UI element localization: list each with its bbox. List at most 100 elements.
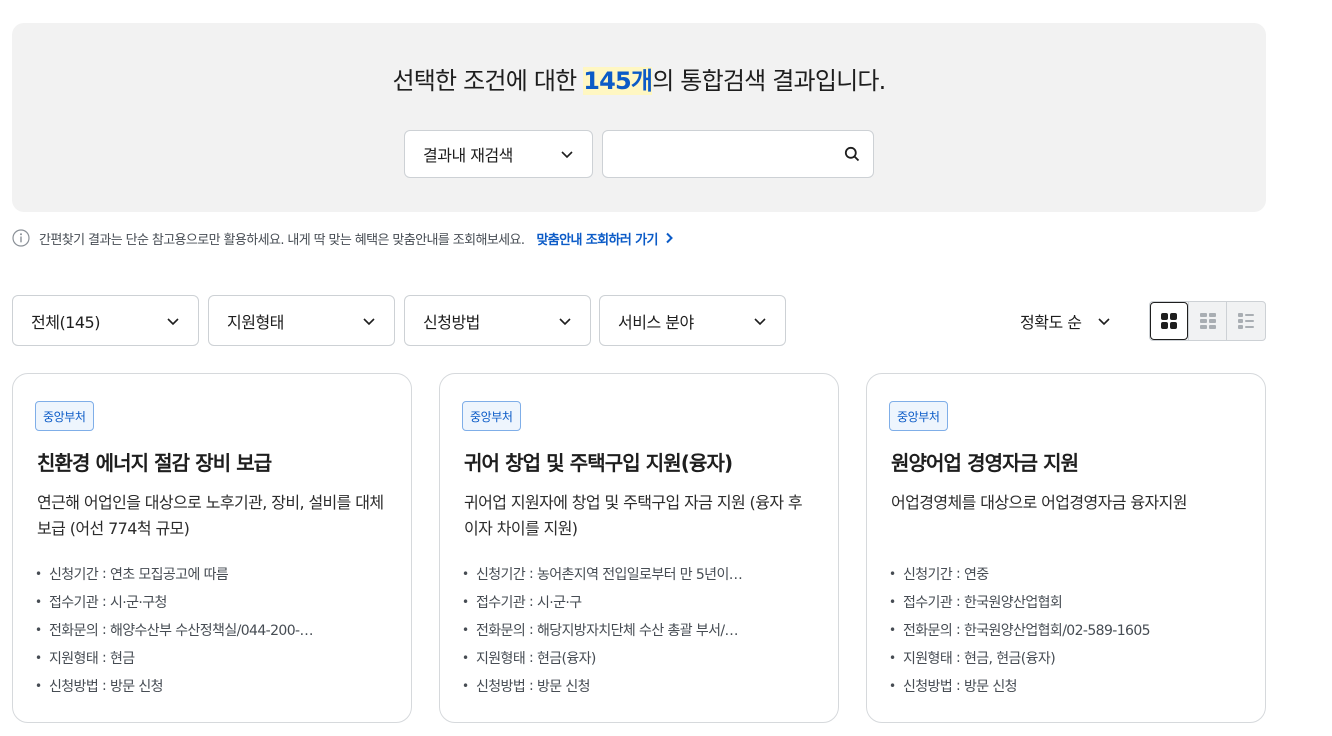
service-card[interactable]: 중앙부처 친환경 에너지 절감 장비 보급 연근해 어업인을 대상으로 노후기관… [12, 373, 412, 723]
service-card[interactable]: 중앙부처 귀어 창업 및 주택구입 지원(융자) 귀어업 지원자에 창업 및 주… [439, 373, 839, 723]
card-description: 어업경영체를 대상으로 어업경영자금 융자지원 [891, 493, 1187, 512]
filter-support-type-label: 지원형태 [227, 312, 284, 332]
detail-phone: • 전화문의 : 한국원양산업협회/02-589-1605 [889, 622, 1150, 639]
chevron-down-icon [167, 317, 179, 325]
custom-guide-link-label: 맞춤안내 조회하러 가기 [536, 232, 658, 248]
notice-text: 간편찾기 결과는 단순 참고용으로만 활용하세요. 내게 딱 맞는 혜택은 맞춤… [39, 232, 525, 248]
sort-select[interactable]: 정확도 순 [1020, 308, 1111, 334]
view-grid-large-button[interactable] [1150, 302, 1188, 340]
detail-apply-method: • 신청방법 : 방문 신청 [35, 678, 163, 695]
filter-apply-method[interactable]: 신청방법 [404, 295, 591, 346]
detail-key: 접수기관 [49, 595, 99, 611]
card-details: • 신청기간 : 농어촌지역 전입일로부터 만 5년이… • 접수기관 : 시·군·… [462, 560, 818, 700]
filter-service-field-label: 서비스 분야 [618, 312, 694, 332]
detail-key: 신청방법 [903, 679, 953, 695]
detail-apply-period: • 신청기간 : 농어촌지역 전입일로부터 만 5년이… [462, 566, 743, 583]
detail-key: 신청방법 [476, 679, 526, 695]
detail-value: 해당지방자치단체 수산 총괄 부서/… [536, 623, 738, 639]
detail-value: 방문 신청 [109, 679, 163, 695]
card-details: • 신청기간 : 연초 모집공고에 따름 • 접수기관 : 시·군·구청 • 전화문의… [35, 560, 391, 700]
detail-value: 방문 신청 [536, 679, 590, 695]
detail-phone: • 전화문의 : 해양수산부 수산정책실/044-200-… [35, 622, 313, 639]
service-card[interactable]: 중앙부처 원양어업 경영자금 지원 어업경영체를 대상으로 어업경영자금 융자지… [866, 373, 1266, 723]
detail-value: 방문 신청 [963, 679, 1017, 695]
card-details: • 신청기간 : 연중 • 접수기관 : 한국원양산업협회 • 전화문의 : 한국원양… [889, 560, 1245, 700]
detail-key: 신청방법 [49, 679, 99, 695]
detail-value: 시·군·구청 [109, 595, 167, 611]
detail-support-type: • 지원형태 : 현금 [35, 650, 135, 667]
agency-badge: 중앙부처 [462, 401, 521, 431]
search-icon [844, 146, 860, 162]
detail-key: 지원형태 [903, 651, 953, 667]
custom-guide-link[interactable]: 맞춤안내 조회하러 가기 [536, 229, 675, 248]
headline-prefix: 선택한 조건에 대한 [392, 67, 584, 95]
detail-support-type: • 지원형태 : 현금(융자) [462, 650, 596, 667]
grid-small-icon [1199, 313, 1216, 329]
detail-value: 시·군·구 [536, 595, 582, 611]
chevron-right-icon [666, 232, 673, 244]
chevron-down-icon [754, 317, 766, 325]
detail-value: 현금, 현금(융자) [963, 651, 1056, 667]
search-box [602, 130, 874, 178]
detail-value: 연초 모집공고에 따름 [109, 567, 229, 583]
detail-value: 농어촌지역 전입일로부터 만 5년이… [536, 567, 743, 583]
search-input[interactable] [603, 131, 833, 177]
detail-key: 접수기관 [476, 595, 526, 611]
detail-value: 한국원양산업협회 [963, 595, 1063, 611]
detail-key: 신청기간 [476, 567, 526, 583]
detail-key: 신청기간 [49, 567, 99, 583]
info-icon [12, 229, 30, 247]
search-scope-select[interactable]: 결과내 재검색 [404, 130, 593, 178]
detail-key: 전화문의 [903, 623, 953, 639]
detail-phone: • 전화문의 : 해당지방자치단체 수산 총괄 부서/… [462, 622, 738, 639]
detail-apply-method: • 신청방법 : 방문 신청 [889, 678, 1017, 695]
detail-key: 신청기간 [903, 567, 953, 583]
search-scope-label: 결과내 재검색 [423, 146, 513, 165]
detail-value: 현금 [109, 651, 135, 667]
result-headline: 선택한 조건에 대한 145개의 통합검색 결과입니다. [12, 61, 1266, 96]
detail-apply-period: • 신청기간 : 연중 [889, 566, 989, 583]
view-toggle [1149, 301, 1266, 341]
chevron-down-icon [561, 151, 573, 159]
card-title[interactable]: 귀어 창업 및 주택구입 지원(융자) [464, 447, 733, 476]
chevron-down-icon [1098, 318, 1111, 326]
detail-receiving-agency: • 접수기관 : 한국원양산업협회 [889, 594, 1063, 611]
detail-apply-method: • 신청방법 : 방문 신청 [462, 678, 590, 695]
view-grid-small-button[interactable] [1187, 302, 1227, 340]
detail-receiving-agency: • 접수기관 : 시·군·구청 [35, 594, 167, 611]
card-title[interactable]: 원양어업 경영자금 지원 [891, 447, 1079, 476]
card-title[interactable]: 친환경 에너지 절감 장비 보급 [37, 447, 272, 476]
detail-key: 지원형태 [476, 651, 526, 667]
search-button[interactable] [841, 143, 863, 165]
view-list-button[interactable] [1226, 302, 1265, 340]
card-description: 귀어업 지원자에 창업 및 주택구입 자금 지원 (융자 후 이자 차이를 지원… [464, 493, 803, 538]
detail-value: 해양수산부 수산정책실/044-200-… [109, 623, 313, 639]
detail-value: 연중 [963, 567, 989, 583]
detail-value: 현금(융자) [536, 651, 596, 667]
result-count: 145개 [583, 67, 653, 95]
filter-support-type[interactable]: 지원형태 [208, 295, 395, 346]
detail-key: 접수기관 [903, 595, 953, 611]
sort-label: 정확도 순 [1020, 313, 1082, 332]
detail-support-type: • 지원형태 : 현금, 현금(융자) [889, 650, 1056, 667]
agency-badge: 중앙부처 [35, 401, 94, 431]
detail-receiving-agency: • 접수기관 : 시·군·구 [462, 594, 582, 611]
card-description: 연근해 어업인을 대상으로 노후기관, 장비, 설비를 대체 보급 (어선 77… [37, 493, 384, 538]
detail-key: 지원형태 [49, 651, 99, 667]
detail-key: 전화문의 [476, 623, 526, 639]
filter-all[interactable]: 전체(145) [12, 295, 199, 346]
filter-apply-method-label: 신청방법 [423, 312, 480, 332]
chevron-down-icon [559, 317, 571, 325]
filter-service-field[interactable]: 서비스 분야 [599, 295, 786, 346]
notice-bar: 간편찾기 결과는 단순 참고용으로만 활용하세요. 내게 딱 맞는 혜택은 맞춤… [12, 227, 676, 249]
detail-apply-period: • 신청기간 : 연초 모집공고에 따름 [35, 566, 229, 583]
detail-key: 전화문의 [49, 623, 99, 639]
chevron-down-icon [363, 317, 375, 325]
headline-suffix: 의 통합검색 결과입니다. [652, 67, 886, 95]
list-icon [1238, 313, 1255, 329]
filter-all-label: 전체(145) [31, 312, 100, 332]
grid-large-icon [1160, 313, 1177, 329]
agency-badge: 중앙부처 [889, 401, 948, 431]
detail-value: 한국원양산업협회/02-589-1605 [963, 623, 1150, 639]
search-panel: 선택한 조건에 대한 145개의 통합검색 결과입니다. 결과내 재검색 [12, 23, 1266, 212]
